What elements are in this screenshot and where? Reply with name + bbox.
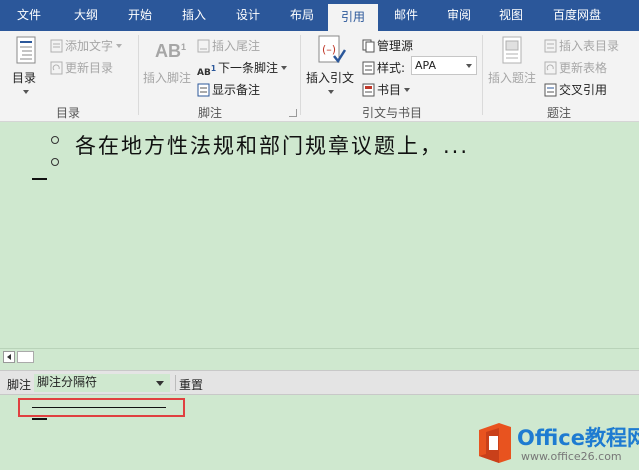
insert-endnote-button[interactable]: 插入尾注 [197,37,260,54]
update-toc-icon [50,61,63,75]
tab-design[interactable]: 设计 [225,0,271,31]
footnote-separator-line[interactable] [32,407,166,408]
toc-icon [16,36,36,64]
cross-reference-button[interactable]: 交叉引用 [544,81,607,98]
citation-style-value: APA [415,59,436,72]
toc-dropdown-caret [20,85,29,99]
bibliography-icon [362,83,375,97]
footnote-pane-toolbar: 脚注 脚注分隔符 重置 [0,370,639,395]
captions-group-label: 题注 [546,106,571,120]
tab-outline[interactable]: 大纲 [63,0,109,31]
tab-insert[interactable]: 插入 [171,0,217,31]
cross-reference-label: 交叉引用 [559,83,608,97]
text-cursor [32,418,47,420]
chevron-down-icon [466,64,472,68]
insert-endnote-icon [197,39,210,53]
style-icon [362,61,375,75]
tab-baidu-netdisk[interactable]: 百度网盘 [545,0,609,31]
bullet-point [51,158,59,166]
tab-view[interactable]: 视图 [488,0,534,31]
tab-home[interactable]: 开始 [117,0,163,31]
footnotes-dialog-launcher[interactable] [289,109,297,117]
show-notes-button[interactable]: 显示备注 [197,81,260,98]
cross-reference-icon [544,83,557,97]
chevron-down-icon [156,381,164,386]
bibliography-label: 书目 [377,83,402,97]
insert-table-of-figures-button[interactable]: 插入表目录 [544,37,619,54]
tab-mailings[interactable]: 邮件 [383,0,429,31]
text-cursor [32,178,47,180]
watermark: Office教程网 www.office26.com [471,418,639,470]
add-text-button[interactable]: 添加文字 [50,37,123,54]
insert-citation-icon: (–) [318,35,346,64]
tab-references[interactable]: 引用 [328,4,378,31]
insert-citation-label: 插入引文 [306,71,355,85]
scroll-left-arrow[interactable] [3,351,15,363]
toc-group-label: 目录 [55,106,80,120]
ribbon: 目录 添加文字 更新目录 目录 AB1 插入脚注 插入尾注 AB1 下一条脚注 显… [0,31,639,122]
group-divider [138,35,139,115]
next-footnote-button[interactable]: AB1 下一条脚注 [197,59,288,78]
tab-review[interactable]: 审阅 [436,0,482,31]
scrollbar-thumb[interactable] [17,351,34,363]
watermark-url: www.office26.com [521,450,622,463]
watermark-title: Office教程网 [517,426,639,450]
office-logo-icon [479,423,511,463]
insert-endnote-label: 插入尾注 [212,39,261,53]
show-notes-icon [197,83,210,97]
footnote-type-select[interactable]: 脚注分隔符 [34,374,170,392]
manage-sources-button[interactable]: 管理源 [362,37,413,54]
citations-group-label: 引文与书目 [361,106,422,120]
update-table-icon [544,61,557,75]
style-label: 样式: [362,59,405,76]
footnote-ab-icon: AB1 [155,41,187,61]
manage-sources-icon [362,39,375,53]
tab-file[interactable]: 文件 [6,0,52,31]
toolbar-divider [175,375,176,391]
update-toc-button[interactable]: 更新目录 [50,59,113,76]
svg-text:(–): (–) [322,43,336,56]
footnote-type-value: 脚注分隔符 [37,375,98,389]
group-divider [482,35,483,115]
horizontal-scrollbar[interactable] [0,348,639,364]
bibliography-button[interactable]: 书目 [362,81,411,98]
update-table-label: 更新表格 [559,61,608,75]
footnote-pane-label: 脚注 [7,378,32,392]
document-text-line: 各在地方性法规和部门规章议题上，... [75,134,470,158]
show-notes-label: 显示备注 [212,83,261,97]
tab-layout[interactable]: 布局 [279,0,325,31]
insert-table-of-figures-label: 插入表目录 [559,39,620,53]
footnotes-group-label: 脚注 [197,106,222,120]
add-text-icon [50,39,63,53]
manage-sources-label: 管理源 [377,39,414,53]
group-divider [300,35,301,115]
ribbon-tab-bar: 文件 大纲 开始 插入 设计 布局 引用 邮件 审阅 视图 百度网盘 [0,0,639,31]
style-label-text: 样式: [377,61,406,75]
document-area[interactable]: 各在地方性法规和部门规章议题上，... [0,122,639,348]
update-toc-label: 更新目录 [65,61,114,75]
bullet-point [51,136,59,144]
insert-caption-label: 插入题注 [488,71,537,85]
update-table-button[interactable]: 更新表格 [544,59,607,76]
insert-citation-caret [325,85,334,99]
next-footnote-icon: AB1 [197,64,217,78]
citation-style-select[interactable]: APA [411,56,477,75]
add-text-label: 添加文字 [65,39,114,53]
reset-button[interactable]: 重置 [179,376,203,393]
insert-caption-icon [502,36,522,64]
toc-label: 目录 [12,71,37,85]
next-footnote-label: 下一条脚注 [218,61,279,75]
insert-footnote-label: 插入脚注 [143,71,192,85]
table-of-figures-icon [544,39,557,53]
